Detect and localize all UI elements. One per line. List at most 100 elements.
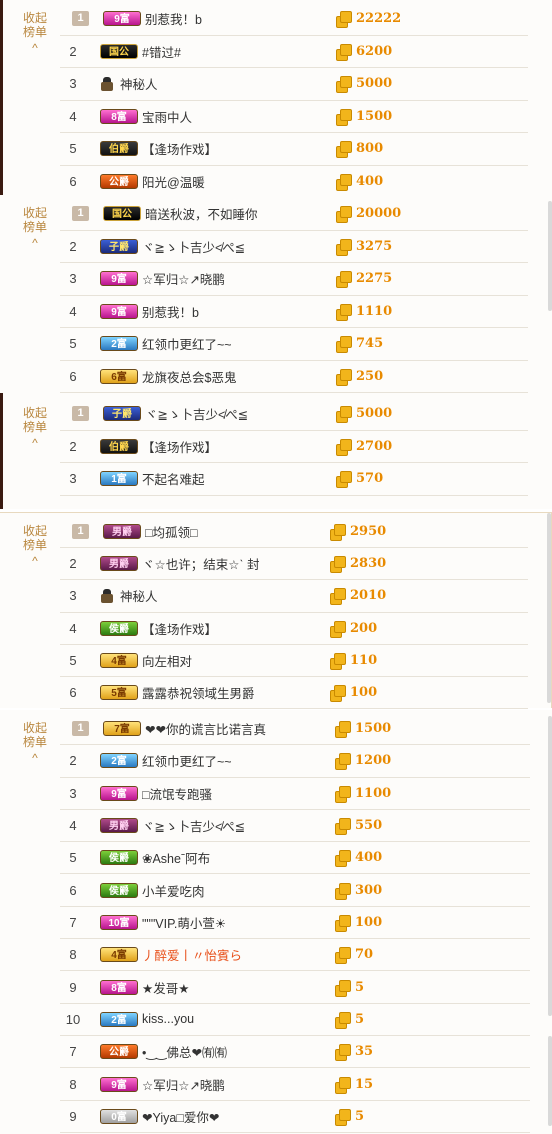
leaderboard-row[interactable]: 3 9富 □流氓专跑骚 1100: [60, 778, 530, 810]
user-name[interactable]: 小羊爱吃肉: [142, 881, 205, 900]
leaderboard-row[interactable]: 7 10富 """VIP.萌小萱☀ 100: [60, 907, 530, 940]
leaderboard-row[interactable]: 4 男爵 ヾ≧ゝ卜吉少≮ぺ≦ 550: [60, 810, 530, 843]
user-name[interactable]: 红领巾更红了~~: [142, 751, 232, 770]
leaderboard-row[interactable]: 3 1富 不起名难起 570: [60, 463, 528, 496]
leaderboard-row[interactable]: 2 2富 红领巾更红了~~ 1200: [60, 745, 530, 778]
gold-coin-icon: [335, 1011, 351, 1029]
leaderboard-row[interactable]: 8 4富 丿醉爱丨〃怡賓ら 70: [60, 939, 530, 972]
leaderboard-row[interactable]: 2 男爵 ヾ☆也许；结束☆ˋ 封 2830: [60, 548, 528, 581]
user-name[interactable]: 别惹我！b: [142, 302, 199, 321]
user-name[interactable]: 丿醉爱丨〃怡賓ら: [142, 945, 242, 964]
gold-coin-icon: [336, 141, 352, 159]
user-name[interactable]: 神秘人: [120, 586, 158, 605]
leaderboard-row[interactable]: 3 9富 ☆军归☆↗晓鹏 2275: [60, 263, 528, 296]
user-name[interactable]: ヾ☆也许；结束☆ˋ 封: [142, 554, 260, 573]
rank-number: 2: [69, 556, 77, 572]
gift-amount: 1200: [355, 753, 392, 769]
coin-part: [334, 556, 346, 569]
collapse-leaderboard-toggle[interactable]: 收起 榜单 ^: [14, 524, 56, 568]
user-name[interactable]: 红领巾更红了~~: [142, 334, 232, 353]
leaderboard-row[interactable]: 8 9富 ☆军归☆↗晓鹏 15: [60, 1068, 530, 1101]
user-name[interactable]: 神秘人: [120, 74, 158, 93]
user-name[interactable]: ❤Yiya□爱你❤: [142, 1107, 219, 1126]
user-name[interactable]: ❀Asheˉ阿布: [142, 848, 210, 867]
leaderboard-row[interactable]: 2 伯爵 【逢场作戏】 2700: [60, 431, 528, 463]
rank-badge: 0富: [100, 1108, 138, 1124]
user-name[interactable]: □均孤领□: [145, 522, 198, 541]
user-name[interactable]: □流氓专跑骚: [142, 784, 212, 803]
leaderboard-row[interactable]: 6 侯爵 小羊爱吃肉 300: [60, 875, 530, 907]
leaderboard-row[interactable]: 1 国公 暗送秋波，不如睡你 20000: [60, 198, 528, 231]
leaderboard-row[interactable]: 7 公爵 •‿‿佛总❤㈲㈲ 35: [60, 1036, 530, 1069]
leaderboard-row[interactable]: 4 8富 宝雨中人 1500: [60, 101, 528, 133]
gift-amount: 1500: [356, 108, 393, 124]
coin-part: [339, 850, 351, 863]
leaderboard-row[interactable]: 5 2富 红领巾更红了~~ 745: [60, 328, 528, 361]
scrollbar[interactable]: [548, 716, 552, 1016]
user-name[interactable]: ヾ≧ゝ卜吉少≮ぺ≦: [145, 404, 248, 423]
scrollbar[interactable]: [547, 513, 551, 703]
leaderboard-row[interactable]: 9 8富 ★发哥★ 5: [60, 971, 530, 1004]
leaderboard-row[interactable]: 1 子爵 ヾ≧ゝ卜吉少≮ぺ≦ 5000: [60, 398, 528, 431]
scrollbar[interactable]: [548, 1036, 552, 1126]
user-name[interactable]: """VIP.萌小萱☀: [142, 913, 226, 932]
user-name[interactable]: ☆军归☆↗晓鹏: [142, 1075, 225, 1094]
collapse-leaderboard-toggle[interactable]: 收起 榜单 ^: [14, 406, 56, 450]
leaderboard-row[interactable]: 3 神秘人 2010: [60, 580, 528, 613]
gold-coin-icon: [335, 753, 351, 771]
user-name[interactable]: •‿‿佛总❤㈲㈲: [142, 1042, 227, 1061]
user-name[interactable]: 阳光@温暖: [142, 172, 205, 191]
user-name[interactable]: ★发哥★: [142, 978, 189, 997]
leaderboard-row[interactable]: 5 4富 向左相对 110: [60, 645, 528, 677]
user-name[interactable]: 龙旗夜总会$恶鬼: [142, 367, 236, 386]
leaderboard-row[interactable]: 5 侯爵 ❀Asheˉ阿布 400: [60, 842, 530, 875]
user-name[interactable]: 不起名难起: [142, 469, 205, 488]
leaderboard-row[interactable]: 4 9富 别惹我！b 1110: [60, 296, 528, 328]
user-name[interactable]: 【逢场作戏】: [142, 139, 217, 158]
gift-amount: 800: [356, 141, 384, 157]
collapse-leaderboard-toggle[interactable]: 收起 榜单 ^: [14, 206, 56, 250]
leaderboard-row[interactable]: 4 侯爵 【逢场作戏】 200: [60, 613, 528, 645]
leaderboard-row[interactable]: 10 2富 kiss...you 5: [60, 1004, 530, 1036]
rank-badge: 4富: [100, 652, 138, 668]
user-name[interactable]: ☆军归☆↗晓鹏: [142, 269, 225, 288]
leaderboard-row[interactable]: 6 6富 龙旗夜总会$恶鬼 250: [60, 361, 528, 393]
gift-amount: 1100: [355, 785, 392, 801]
collapse-leaderboard-toggle[interactable]: 收起 榜单 ^: [14, 721, 56, 765]
rank-badge: 7富: [103, 721, 141, 737]
leaderboard-row[interactable]: 2 子爵 ヾ≧ゝ卜吉少≮ぺ≦ 3275: [60, 231, 528, 263]
gold-coin-icon: [335, 721, 351, 739]
collapse-label: 榜单: [22, 25, 47, 39]
collapse-leaderboard-toggle[interactable]: 收起 榜单 ^: [14, 11, 56, 55]
leaderboard-row[interactable]: 1 男爵 □均孤领□ 2950: [60, 516, 528, 549]
leaderboard-row[interactable]: 6 公爵 阳光@温暖 400: [60, 166, 528, 198]
user-name[interactable]: 【逢场作戏】: [142, 619, 217, 638]
user-name[interactable]: ヾ≧ゝ卜吉少≮ぺ≦: [142, 237, 245, 256]
leaderboard-row[interactable]: 5 伯爵 【逢场作戏】 800: [60, 133, 528, 166]
user-name[interactable]: 【逢场作戏】: [142, 437, 217, 456]
user-name[interactable]: kiss...you: [142, 1012, 194, 1026]
user-name[interactable]: 向左相对: [142, 651, 192, 670]
gold-coin-icon: [335, 818, 351, 836]
leaderboard-row[interactable]: 9 0富 ❤Yiya□爱你❤ 5: [60, 1101, 530, 1134]
user-name[interactable]: 别惹我！b: [145, 9, 202, 28]
leaderboard-row[interactable]: 3 神秘人 5000: [60, 68, 528, 101]
user-name[interactable]: 露露恭祝领域生男爵: [142, 683, 255, 702]
coin-part: [340, 206, 352, 219]
rank-badge: 子爵: [103, 406, 141, 422]
rank-number: 3: [69, 271, 77, 287]
user-name[interactable]: ❤❤你的谎言比诺言真: [145, 719, 266, 738]
leaderboard-row[interactable]: 1 7富 ❤❤你的谎言比诺言真 1500: [60, 713, 530, 746]
user-name[interactable]: ヾ≧ゝ卜吉少≮ぺ≦: [142, 816, 245, 835]
gift-amount: 70: [355, 947, 374, 963]
user-name[interactable]: 暗送秋波，不如睡你: [145, 204, 258, 223]
user-name[interactable]: 宝雨中人: [142, 107, 192, 126]
gold-coin-icon: [335, 882, 351, 900]
rank-number: 6: [69, 882, 77, 898]
leaderboard-row[interactable]: 1 9富 别惹我！b 22222: [60, 3, 528, 36]
scrollbar[interactable]: [548, 201, 552, 311]
leaderboard-row[interactable]: 2 国公 #错过# 6200: [60, 36, 528, 68]
user-name[interactable]: #错过#: [142, 42, 181, 61]
rank-number: 6: [69, 173, 77, 189]
leaderboard-row[interactable]: 6 5富 露露恭祝领域生男爵 100: [60, 677, 528, 710]
